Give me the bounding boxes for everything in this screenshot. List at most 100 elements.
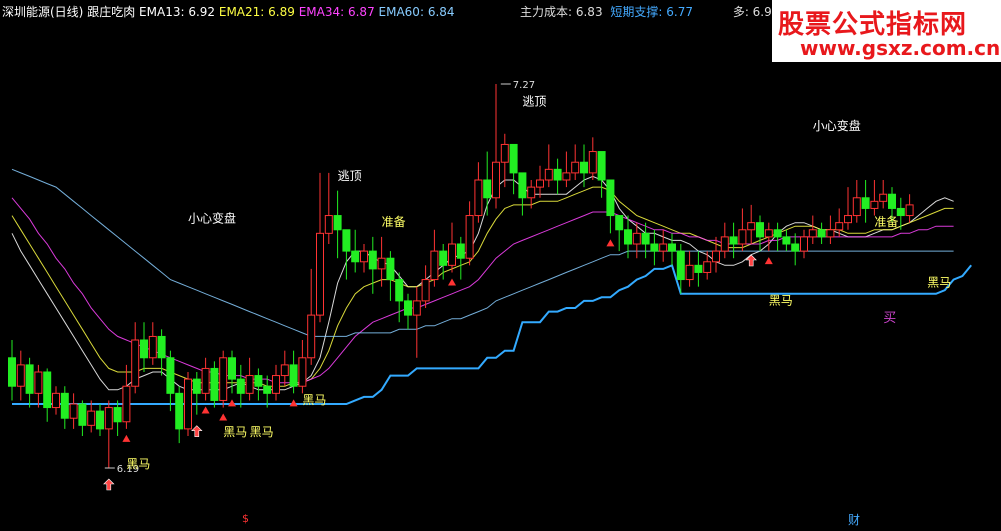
candle-body: [263, 385, 272, 394]
candle-body: [192, 378, 201, 394]
chart-canvas[interactable]: 6.197.27逃顶逃顶准备 准备小心变盘小心变盘黑马黑马 黑马黑马黑马黑马买: [0, 0, 1001, 527]
signal-triangle-icon: [764, 257, 773, 265]
annotation-label: 小心变盘: [813, 118, 861, 133]
signal-triangle-icon: [289, 399, 298, 407]
candle-body: [78, 403, 87, 426]
candle-body: [368, 250, 377, 270]
bottom-marker-cai: 财: [848, 513, 861, 527]
candle-body: [791, 243, 800, 252]
candle-body: [712, 250, 720, 263]
candle-body: [140, 339, 148, 359]
annotation-label: 逃顶: [522, 94, 546, 108]
candle-body: [518, 172, 527, 199]
candle-body: [386, 257, 395, 281]
annotation-label: 小心变盘: [188, 211, 236, 226]
annotation-label: 黑马: [126, 457, 150, 471]
candle-body: [395, 279, 404, 302]
candle-body: [606, 179, 615, 217]
candle-body: [500, 143, 509, 163]
candle-body: [210, 367, 219, 401]
candle-body: [817, 229, 826, 238]
candle-body: [324, 215, 333, 234]
annotation-label: 黑马: [250, 425, 274, 439]
candle-body: [773, 229, 782, 238]
candle-body: [16, 364, 25, 387]
candle-body: [360, 250, 368, 263]
bottom-marker-s: $: [242, 512, 249, 525]
annotation-label: 准备: [874, 215, 898, 229]
support-line: [12, 263, 972, 405]
candle-body: [738, 229, 747, 245]
candle-body: [280, 364, 289, 377]
candle-body: [157, 335, 166, 359]
candle-body: [729, 236, 738, 245]
candle-body: [641, 232, 650, 245]
candle-body: [175, 392, 184, 430]
candle-body: [659, 243, 668, 252]
candle-body: [764, 229, 773, 238]
candle-body: [632, 232, 641, 245]
candle-body: [148, 335, 157, 359]
candle-body: [861, 197, 870, 209]
candle-body: [219, 357, 228, 401]
signal-triangle-icon: [122, 434, 131, 442]
candle-body: [184, 378, 192, 430]
series-ema60: [11, 168, 954, 337]
kline-chart[interactable]: 6.19 7.27 逃顶 逃顶 准备 准备 小心变盘 小心变盘 黑马 黑马 黑马 黑马 黑马 黑马买: [0, 0, 1001, 527]
candle-body: [122, 385, 131, 423]
candle-body: [879, 193, 888, 202]
candle-body: [34, 371, 43, 394]
annotation-label: 准备: [382, 215, 406, 229]
candle-body: [316, 232, 324, 316]
candle-body: [756, 222, 764, 238]
candle-body: [201, 367, 210, 394]
candle-body: [536, 179, 544, 188]
candle-body: [404, 300, 412, 316]
candle-body: [624, 229, 632, 245]
chart-header-right: 主力成本: 6.83 短期支撑: 6.77 多: 6.93 空: [520, 3, 799, 20]
candle-body: [782, 236, 791, 245]
signal-triangle-icon: [219, 413, 228, 421]
candle-body: [113, 407, 122, 423]
annotation-label: 黑马: [223, 425, 247, 439]
signal-triangle-icon: [201, 406, 210, 414]
candle-body: [60, 392, 69, 419]
candle-body: [272, 375, 280, 394]
annotation-label: 黑马: [302, 393, 326, 407]
candle-body: [509, 143, 518, 174]
candle-body: [412, 300, 421, 316]
candle-body: [430, 250, 439, 281]
stock-title: 深圳能源(日线): [2, 5, 84, 19]
main-cost-label: 主力成本:: [520, 5, 576, 19]
buy-arrow-icon: [103, 478, 115, 491]
candle-body: [597, 151, 606, 181]
watermark-logo: 股票公式指标网 www.gsxz.com.cn: [772, 0, 1001, 62]
candle-body: [852, 197, 861, 217]
candle-body: [483, 179, 492, 199]
long-label: 多:: [732, 5, 753, 19]
indicator-name: 跟庄吃肉: [87, 5, 136, 19]
candle-body: [131, 339, 140, 387]
candle-body: [456, 243, 465, 259]
annotation-label: 黑马: [927, 276, 951, 290]
candle-body: [844, 215, 852, 224]
ema60-value: 6.84: [427, 5, 455, 19]
candle-body: [703, 261, 712, 273]
candle-body: [650, 243, 659, 252]
signal-triangle-icon: [448, 278, 456, 286]
candle-body: [245, 375, 254, 394]
ema21-value: 6.89: [268, 5, 295, 19]
buy-arrow-icon: [191, 425, 203, 437]
signal-triangle-icon: [606, 239, 615, 247]
ema60-label: EMA60:: [378, 5, 428, 19]
candle-body: [588, 151, 597, 174]
annotation-label: 逃顶: [338, 169, 362, 183]
ema13-value: 6.92: [188, 5, 216, 19]
candle-body: [492, 161, 500, 199]
candle-body: [342, 229, 351, 252]
buy-label: 买: [883, 311, 896, 326]
candle-body: [166, 357, 175, 394]
candle-body: [474, 179, 483, 217]
candle-body: [228, 357, 236, 380]
candle-body: [870, 200, 879, 209]
